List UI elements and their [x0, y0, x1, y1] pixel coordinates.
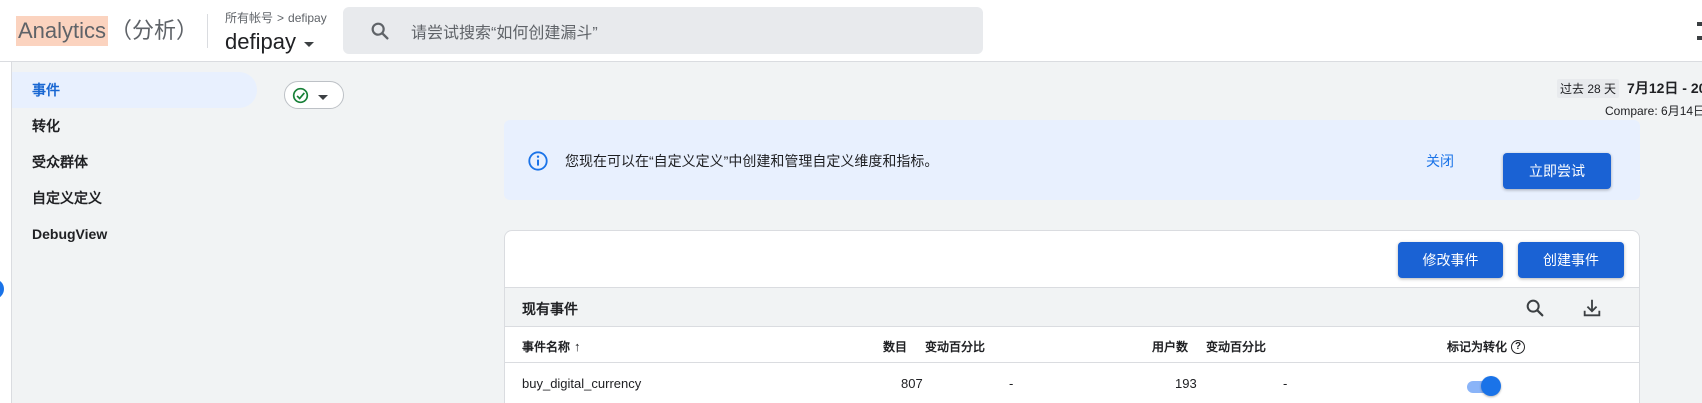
breadcrumb-account: defipay — [288, 10, 327, 25]
sidebar-item-label: 自定义定义 — [32, 190, 102, 206]
date-range-picker[interactable]: 过去 28 天 7月12日 - 2023年8月8日 Compare: 6月14日… — [1557, 78, 1702, 119]
toggle-knob — [1481, 376, 1501, 396]
sidebar-item-debugview[interactable]: DebugView — [12, 216, 257, 252]
left-rail — [0, 62, 12, 403]
try-now-button[interactable]: 立即尝试 — [1503, 153, 1611, 189]
product-name-suffix: （分析） — [110, 18, 199, 43]
sidebar-item-custom-definitions[interactable]: 自定义定义 — [12, 180, 257, 216]
column-header-users[interactable]: 用户数 — [1152, 338, 1188, 355]
header-divider — [207, 14, 208, 48]
banner-message: 您现在可以在“自定义定义”中创建和管理自定义维度和指标。 — [565, 153, 939, 169]
table-header-row: 事件名称 ↑ 数目 变动百分比 用户数 变动百分比 标记为转化 ? — [505, 327, 1639, 363]
column-header-label: 事件名称 — [522, 340, 571, 354]
breadcrumb: 所有帐号 > defipay — [225, 9, 327, 26]
event-name-cell: buy_digital_currency — [522, 376, 642, 391]
event-count-cell: 807 — [901, 376, 923, 391]
chevron-down-icon[interactable] — [318, 94, 328, 100]
breadcrumb-separator: > — [277, 10, 285, 25]
compare-range-text: Compare: 6月14日 - 7月11日 — [1605, 104, 1702, 118]
product-logo[interactable]: Analytics （分析） — [16, 16, 198, 46]
sidebar: 事件 转化 受众群体 自定义定义 DebugView — [12, 62, 262, 403]
event-count-change-cell: - — [1009, 376, 1014, 391]
modify-event-button[interactable]: 修改事件 — [1398, 242, 1503, 278]
event-users-cell: 193 — [1175, 376, 1197, 391]
info-banner: 您现在可以在“自定义定义”中创建和管理自定义维度和指标。 关闭 立即尝试 — [504, 120, 1640, 200]
table-row: buy_digital_currency 807 - 193 - — [505, 363, 1639, 403]
search-bar[interactable]: 请尝试搜索“如何创建漏斗” — [343, 7, 983, 54]
info-icon — [528, 151, 548, 171]
account-name[interactable]: defipay — [225, 29, 296, 55]
events-table-title: 现有事件 — [522, 301, 578, 317]
date-preset-badge: 过去 28 天 — [1557, 78, 1620, 98]
product-name: Analytics — [16, 16, 109, 46]
date-range-text[interactable]: 7月12日 - 2023年8月8日 — [1627, 78, 1702, 98]
breadcrumb-root: 所有帐号 — [225, 11, 274, 25]
search-icon[interactable] — [1524, 297, 1546, 319]
column-header-label: 标记为转化 — [1447, 340, 1508, 354]
download-icon[interactable] — [1581, 297, 1603, 319]
sidebar-item-events[interactable]: 事件 — [12, 72, 257, 108]
event-users-change-cell: - — [1283, 376, 1288, 391]
account-picker[interactable]: 所有帐号 > defipay defipay — [225, 9, 327, 55]
search-icon[interactable] — [369, 20, 391, 42]
banner-close-button[interactable]: 关闭 — [1426, 151, 1454, 171]
events-table-toolbar: 现有事件 — [505, 287, 1639, 327]
sidebar-item-label: 转化 — [32, 118, 60, 134]
column-header-count-change[interactable]: 变动百分比 — [925, 338, 985, 355]
column-header-count[interactable]: 数目 — [883, 338, 907, 355]
sidebar-item-audiences[interactable]: 受众群体 — [12, 144, 257, 180]
help-icon[interactable]: ? — [1511, 339, 1526, 354]
rail-indicator[interactable] — [0, 279, 4, 299]
status-filter-dropdown[interactable] — [284, 81, 344, 109]
check-circle-icon — [292, 87, 309, 103]
sidebar-item-label: DebugView — [32, 226, 108, 242]
sort-arrow-icon[interactable]: ↑ — [574, 339, 581, 354]
apps-icon[interactable] — [1697, 22, 1702, 40]
sidebar-item-label: 事件 — [32, 82, 60, 98]
create-event-button[interactable]: 创建事件 — [1518, 242, 1624, 278]
sidebar-item-label: 受众群体 — [32, 154, 88, 170]
events-card: 修改事件 创建事件 现有事件 事件名称 ↑ 数目 变动百分比 用户数 变动百分比… — [504, 230, 1640, 403]
column-header-users-change[interactable]: 变动百分比 — [1206, 338, 1266, 355]
search-input[interactable]: 请尝试搜索“如何创建漏斗” — [411, 19, 598, 43]
sidebar-item-conversions[interactable]: 转化 — [12, 108, 257, 144]
conversion-toggle[interactable] — [1465, 376, 1501, 396]
top-app-bar: Analytics （分析） 所有帐号 > defipay defipay 请尝… — [0, 0, 1702, 62]
column-header-event-name[interactable]: 事件名称 ↑ — [522, 338, 581, 355]
chevron-down-icon[interactable] — [303, 41, 314, 47]
column-header-mark-conversion: 标记为转化 ? — [1447, 338, 1526, 355]
